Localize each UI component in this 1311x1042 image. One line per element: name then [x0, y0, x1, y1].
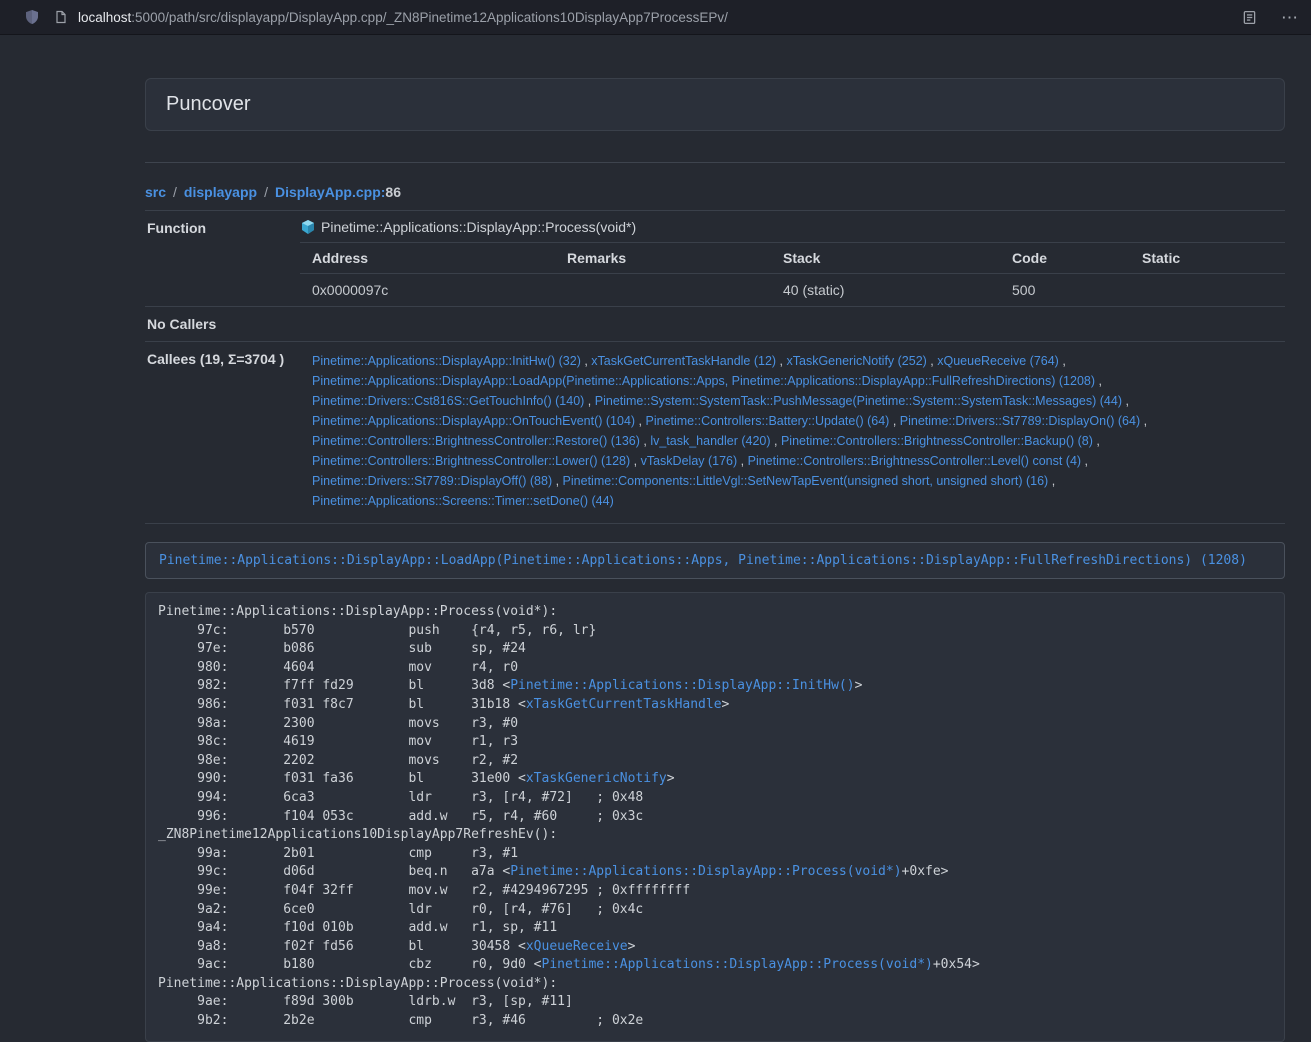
url-path: :5000/path/src/displayapp/DisplayApp.cpp… — [131, 10, 728, 25]
breadcrumb-src[interactable]: src — [145, 184, 166, 200]
app-header: Puncover — [145, 78, 1285, 131]
callee-separator: , — [1059, 354, 1066, 368]
cell-stack: 40 (static) — [771, 274, 1000, 307]
callee-separator: , — [584, 394, 594, 408]
callee-separator: , — [771, 434, 781, 448]
code-symbol-link[interactable]: Pinetime::Applications::DisplayApp::Init… — [510, 678, 854, 693]
callee-link[interactable]: Pinetime::Controllers::BrightnessControl… — [312, 434, 640, 448]
column-header-code: Code — [1000, 243, 1130, 274]
code-symbol-link[interactable]: xTaskGetCurrentTaskHandle — [526, 697, 722, 712]
shield-icon[interactable] — [24, 9, 40, 25]
address-bar[interactable]: localhost:5000/path/src/displayapp/Displ… — [78, 10, 728, 25]
callee-link[interactable]: Pinetime::Drivers::St7789::DisplayOff() … — [312, 474, 552, 488]
callee-link[interactable]: xQueueReceive (764) — [937, 354, 1059, 368]
callee-link[interactable]: Pinetime::Applications::DisplayApp::OnTo… — [312, 414, 635, 428]
page-title: Puncover — [166, 93, 1264, 116]
callee-separator: , — [552, 474, 562, 488]
callees-list: Pinetime::Applications::DisplayApp::Init… — [300, 342, 1285, 523]
callee-link[interactable]: Pinetime::Applications::DisplayApp::Init… — [312, 354, 581, 368]
code-symbol-link[interactable]: xTaskGenericNotify — [526, 771, 667, 786]
code-symbol-link[interactable]: xQueueReceive — [526, 939, 628, 954]
column-header-remarks: Remarks — [555, 243, 771, 274]
disassembly-pre: Pinetime::Applications::DisplayApp::Proc… — [158, 603, 1272, 1031]
callee-link[interactable]: Pinetime::Applications::DisplayApp::Load… — [312, 374, 1095, 388]
callee-link[interactable]: vTaskDelay (176) — [641, 454, 738, 468]
callee-separator: , — [635, 414, 645, 428]
cell-address: 0x0000097c — [300, 274, 555, 307]
callee-separator: , — [1122, 394, 1129, 408]
column-header-static: Static — [1130, 243, 1285, 274]
function-name-line: Pinetime::Applications::DisplayApp::Proc… — [300, 211, 1285, 242]
callee-separator: , — [1081, 454, 1088, 468]
no-callers-row: No Callers — [145, 307, 1285, 342]
callee-separator: , — [737, 454, 747, 468]
callees-row: Callees (19, Σ=3704 ) Pinetime::Applicat… — [145, 342, 1285, 524]
function-name: Pinetime::Applications::DisplayApp::Proc… — [321, 219, 636, 235]
disassembly-block: Pinetime::Applications::DisplayApp::Proc… — [145, 592, 1285, 1042]
callees-label: Callees (19, Σ=3704 ) — [145, 342, 300, 524]
page-content: Puncover src / displayapp / DisplayApp.cpp:8… — [145, 78, 1285, 1042]
breadcrumb-line-number: 86 — [385, 184, 401, 200]
callee-separator: , — [889, 414, 899, 428]
callee-link[interactable]: lv_task_handler (420) — [650, 434, 770, 448]
page-icon[interactable] — [54, 10, 68, 24]
callee-separator: , — [1095, 374, 1102, 388]
callee-separator: , — [630, 454, 640, 468]
divider — [145, 162, 1285, 163]
callee-separator: , — [927, 354, 937, 368]
no-callers-label: No Callers — [145, 307, 300, 342]
highlighted-symbol-link[interactable]: Pinetime::Applications::DisplayApp::Load… — [159, 553, 1247, 568]
callee-link[interactable]: Pinetime::Controllers::BrightnessControl… — [312, 454, 630, 468]
menu-icon[interactable]: ⋯ — [1281, 9, 1299, 26]
callee-link[interactable]: Pinetime::Drivers::Cst816S::GetTouchInfo… — [312, 394, 584, 408]
table-row: 0x0000097c 40 (static) 500 — [300, 274, 1285, 307]
callee-link[interactable]: Pinetime::Drivers::St7789::DisplayOn() (… — [900, 414, 1140, 428]
callee-separator: , — [1048, 474, 1055, 488]
code-symbol-link[interactable]: Pinetime::Applications::DisplayApp::Proc… — [510, 864, 901, 879]
cell-remarks — [555, 274, 771, 307]
code-symbol-link[interactable]: Pinetime::Applications::DisplayApp::Proc… — [542, 957, 933, 972]
callee-link[interactable]: Pinetime::Controllers::BrightnessControl… — [781, 434, 1093, 448]
function-label: Function — [145, 211, 300, 307]
highlighted-symbol-box: Pinetime::Applications::DisplayApp::Load… — [145, 542, 1285, 579]
callee-link[interactable]: xTaskGetCurrentTaskHandle (12) — [591, 354, 776, 368]
column-header-stack: Stack — [771, 243, 1000, 274]
callee-separator: , — [640, 434, 650, 448]
callee-separator: , — [1140, 414, 1147, 428]
function-stats-table: Address Remarks Stack Code Static 0x0000… — [300, 242, 1285, 306]
callee-separator: , — [776, 354, 786, 368]
callee-link[interactable]: Pinetime::Components::LittleVgl::SetNewT… — [563, 474, 1049, 488]
breadcrumb-separator: / — [264, 184, 268, 200]
callee-link[interactable]: Pinetime::Controllers::Battery::Update()… — [646, 414, 890, 428]
callee-link[interactable]: Pinetime::Controllers::BrightnessControl… — [748, 454, 1081, 468]
breadcrumb: src / displayapp / DisplayApp.cpp:86 — [145, 184, 1285, 200]
breadcrumb-displayapp[interactable]: displayapp — [184, 184, 257, 200]
browser-toolbar: localhost:5000/path/src/displayapp/Displ… — [0, 0, 1311, 35]
cell-code: 500 — [1000, 274, 1130, 307]
function-row: Function Pinetime::Applications::Display… — [145, 211, 1285, 307]
reader-view-icon[interactable] — [1242, 10, 1257, 25]
breadcrumb-file[interactable]: DisplayApp.cpp: — [275, 184, 385, 200]
column-header-address: Address — [300, 243, 555, 274]
callee-link[interactable]: Pinetime::System::SystemTask::PushMessag… — [595, 394, 1122, 408]
callee-link[interactable]: xTaskGenericNotify (252) — [787, 354, 927, 368]
callee-link[interactable]: Pinetime::Applications::Screens::Timer::… — [312, 494, 614, 508]
url-host: localhost — [78, 10, 131, 25]
cell-static — [1130, 274, 1285, 307]
function-icon — [300, 219, 316, 235]
callee-separator: , — [1093, 434, 1100, 448]
breadcrumb-separator: / — [173, 184, 177, 200]
callee-separator: , — [581, 354, 591, 368]
function-overview-table: Function Pinetime::Applications::Display… — [145, 210, 1285, 524]
